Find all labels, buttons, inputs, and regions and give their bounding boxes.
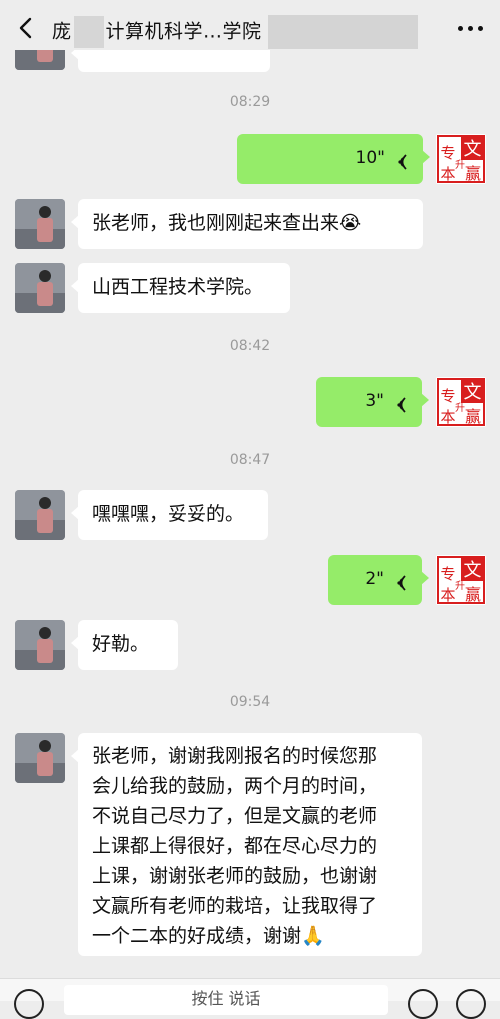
redacted-block	[73, 16, 104, 48]
avatar[interactable]	[15, 199, 65, 249]
stamp-char: 文	[464, 139, 482, 160]
message-bubble[interactable]: 好勒。	[71, 620, 178, 670]
chat-title: 庞 计算机科学…学院	[52, 15, 418, 49]
stamp-char: 文	[464, 382, 482, 403]
self-avatar[interactable]: 文专本升赢	[436, 377, 486, 427]
voice-duration: 3"	[365, 391, 384, 411]
message-line: 文赢所有老师的栽培，让我取得了	[92, 895, 378, 917]
timestamp: 09:54	[229, 694, 271, 710]
message-bubble[interactable]: 张老师，谢谢我刚报名的时候您那 会儿给我的鼓励，两个月的时间， 不说自己尽力了，…	[71, 733, 422, 956]
avatar[interactable]	[15, 733, 65, 783]
voice-wave-icon	[392, 393, 408, 413]
voice-duration: 2"	[365, 569, 384, 589]
input-bar: 按住 说话	[0, 978, 500, 1019]
voice-wave-icon	[393, 150, 409, 170]
voice-toggle-icon[interactable]	[14, 989, 44, 1019]
stamp-char: 文	[464, 560, 482, 581]
more-options-icon[interactable]	[458, 16, 484, 40]
back-arrow-icon[interactable]	[12, 14, 40, 42]
voice-message-bubble[interactable]: 3"	[316, 377, 429, 427]
timestamp: 08:29	[229, 94, 271, 110]
message-line: 上课，谢谢张老师的鼓励，也谢谢	[92, 865, 378, 887]
message-bubble[interactable]: 嘿嘿嘿，妥妥的。	[71, 490, 268, 540]
emoji-icon[interactable]	[408, 989, 438, 1019]
voice-wave-icon	[392, 571, 408, 591]
stamp-logo-icon: 文专本升赢	[437, 135, 485, 183]
stamp-char: 专	[440, 565, 455, 583]
voice-message-bubble[interactable]: 2"	[328, 555, 429, 605]
message-line: 张老师，谢谢我刚报名的时候您那	[92, 745, 378, 767]
self-avatar[interactable]: 文专本升赢	[436, 134, 486, 184]
stamp-char: 本	[440, 586, 455, 604]
message-bubble[interactable]: 张老师，我也刚刚起来查出来😭	[71, 199, 423, 249]
chat-title-main: 计算机科学…学院	[105, 20, 262, 43]
self-avatar[interactable]: 文专本升赢	[436, 555, 486, 605]
voice-duration: 10"	[355, 148, 385, 168]
add-icon[interactable]	[456, 989, 486, 1019]
message-line: 上课都上得很好，都在尽心尽力的	[92, 835, 378, 857]
stamp-char: 专	[440, 144, 455, 162]
avatar[interactable]	[15, 263, 65, 313]
stamp-char: 升	[455, 402, 465, 414]
timestamp: 08:47	[229, 452, 271, 468]
stamp-char: 升	[455, 580, 465, 592]
stamp-char: 赢	[465, 164, 481, 183]
stamp-char: 赢	[465, 585, 481, 604]
hold-to-talk-button[interactable]: 按住 说话	[64, 985, 388, 1015]
stamp-char: 专	[440, 387, 455, 405]
message-line: 一个二本的好成绩，谢谢🙏	[92, 925, 325, 947]
stamp-char: 本	[440, 408, 455, 426]
stamp-char: 升	[455, 159, 465, 171]
chat-header: 庞 计算机科学…学院	[0, 0, 500, 56]
timestamp: 08:42	[229, 338, 271, 354]
chat-title-prefix: 庞	[52, 20, 72, 43]
message-bubble[interactable]: 山西工程技术学院。	[71, 263, 290, 313]
message-line: 不说自己尽力了，但是文赢的老师	[92, 805, 378, 827]
stamp-char: 赢	[465, 407, 481, 426]
avatar[interactable]	[15, 490, 65, 540]
stamp-char: 本	[440, 165, 455, 183]
voice-message-bubble[interactable]: 10"	[237, 134, 430, 184]
message-line: 会儿给我的鼓励，两个月的时间，	[92, 775, 378, 797]
redacted-block	[267, 15, 418, 49]
avatar[interactable]	[15, 620, 65, 670]
